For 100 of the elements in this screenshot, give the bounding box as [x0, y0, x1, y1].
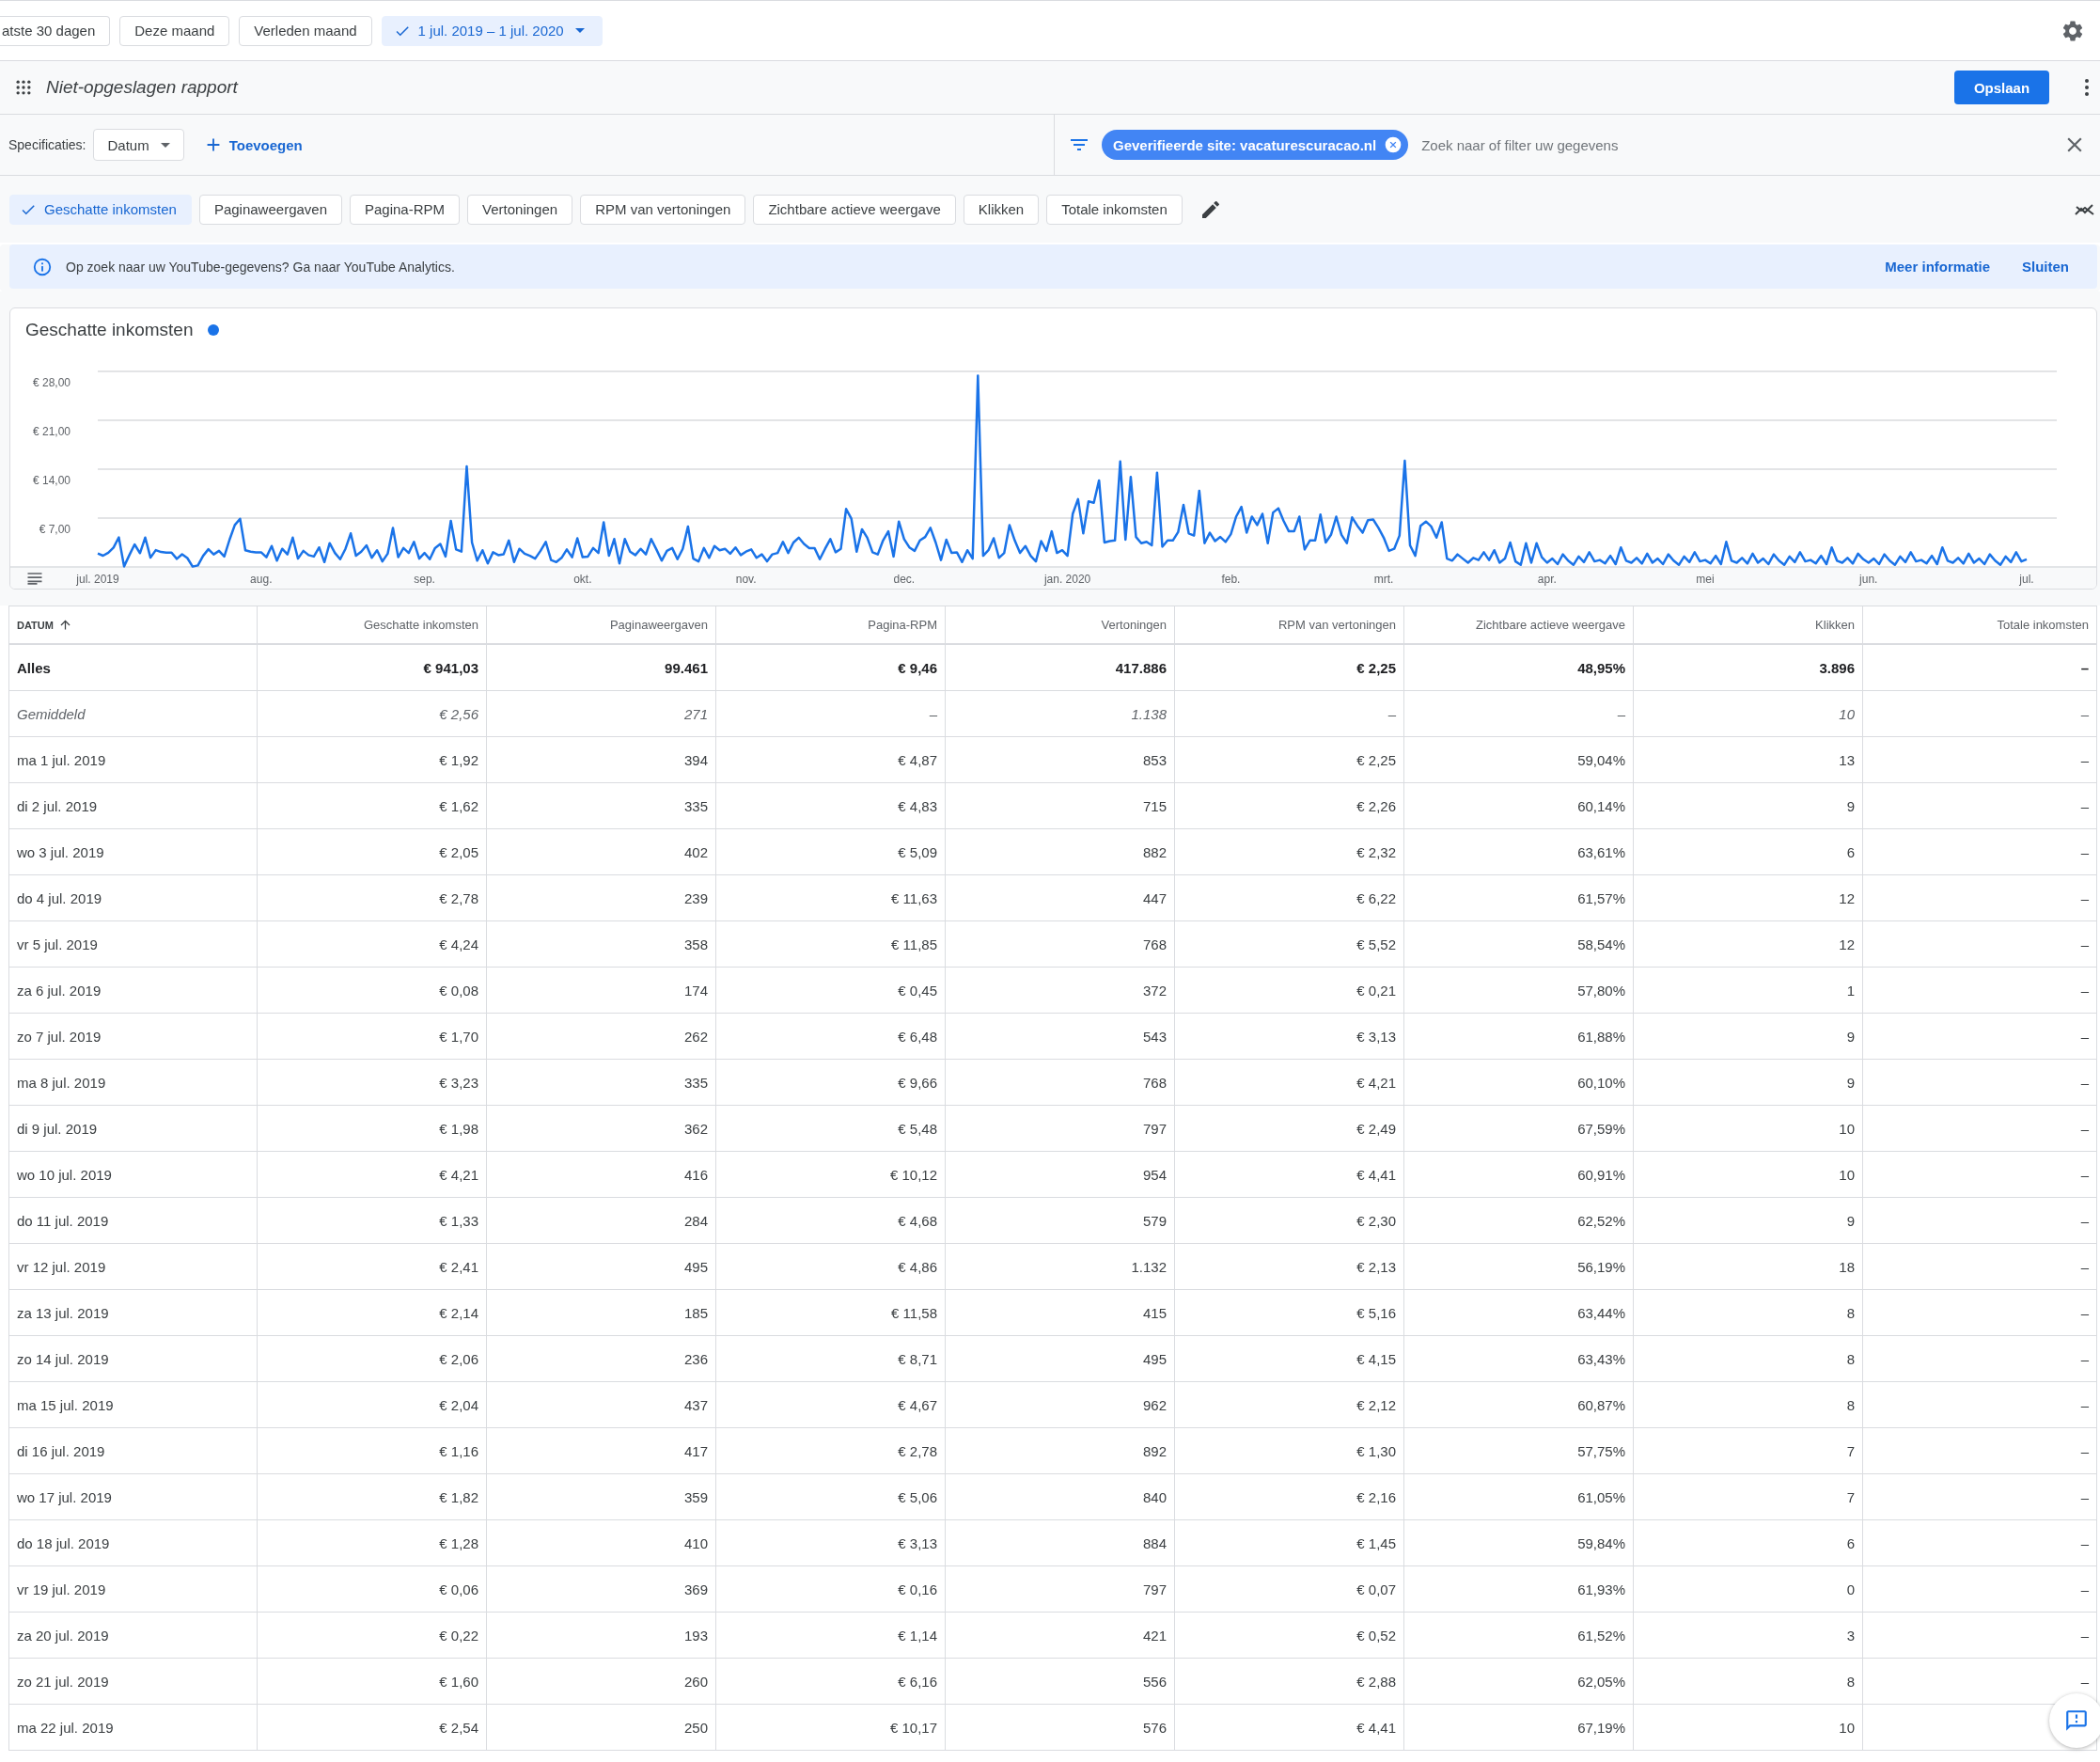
banner-link[interactable]: Meer informatie	[1885, 259, 1990, 275]
date-range-chip[interactable]: 1 jul. 2019 – 1 jul. 2020	[381, 15, 603, 46]
table-cell: 1.132	[946, 1244, 1175, 1290]
axis-label: jun.	[1859, 573, 1878, 586]
apps-icon[interactable]	[14, 78, 33, 97]
table-cell: € 2,78	[716, 1428, 946, 1474]
table-cell: € 2,54	[258, 1705, 487, 1751]
column-header[interactable]: Klikken	[1634, 606, 1863, 645]
column-header[interactable]: Paginaweergaven	[487, 606, 716, 645]
axis-label: aug.	[250, 573, 273, 586]
metric-chip[interactable]: Totale inkomsten	[1046, 194, 1183, 225]
filter-chip[interactable]: Geverifieerde site: vacaturescuracao.nl	[1102, 130, 1409, 160]
table-cell: € 2,25	[1175, 645, 1404, 691]
table-cell: 18	[1634, 1244, 1863, 1290]
table-cell: –	[1863, 1060, 2097, 1106]
caret-icon	[574, 28, 585, 33]
table-cell: do 4 jul. 2019	[9, 875, 258, 921]
metric-chip[interactable]: Klikken	[963, 194, 1040, 225]
table-cell: Gemiddeld	[9, 691, 258, 737]
table-cell: di 9 jul. 2019	[9, 1106, 258, 1152]
table-cell: 12	[1634, 921, 1863, 968]
metric-chip[interactable]: Paginaweergaven	[198, 194, 342, 225]
column-header[interactable]: RPM van vertoningen	[1175, 606, 1404, 645]
table-cell: € 2,56	[258, 691, 487, 737]
dimension-dropdown[interactable]: Datum	[93, 129, 184, 161]
metric-chip[interactable]: RPM van vertoningen	[580, 194, 746, 225]
column-header[interactable]: Pagina-RPM	[716, 606, 946, 645]
metric-chip[interactable]: Vertoningen	[467, 194, 573, 225]
axis-label: jul.	[2019, 573, 2034, 586]
table-cell: 882	[946, 829, 1175, 875]
table-cell: € 1,82	[258, 1474, 487, 1520]
table-cell: 8	[1634, 1382, 1863, 1428]
date-range-chip[interactable]: Deze maand	[119, 15, 230, 46]
caret-icon	[160, 142, 170, 148]
metric-chip[interactable]: Geschatte inkomsten	[9, 194, 192, 225]
table-cell: 416	[487, 1152, 716, 1198]
banner-text: Op zoek naar uw YouTube-gegevens? Ga naar YouTube Analytics.	[66, 259, 456, 275]
table-cell: 556	[946, 1659, 1175, 1705]
table-cell: 61,05%	[1404, 1474, 1634, 1520]
column-header[interactable]: Totale inkomsten	[1863, 606, 2097, 645]
table-cell: 67,59%	[1404, 1106, 1634, 1152]
table-cell: do 18 jul. 2019	[9, 1520, 258, 1566]
table-cell: € 10,12	[716, 1152, 946, 1198]
metric-chip[interactable]: Zichtbare actieve weergave	[753, 194, 956, 225]
table-cell: 1.138	[946, 691, 1175, 737]
table-cell: 239	[487, 875, 716, 921]
table-cell: € 2,26	[1175, 783, 1404, 829]
date-range-chip[interactable]: Verleden maand	[239, 15, 372, 46]
table-cell: 447	[946, 875, 1175, 921]
table-cell: zo 14 jul. 2019	[9, 1336, 258, 1382]
axis-label: € 21,00	[32, 425, 71, 438]
table-cell: 358	[487, 921, 716, 968]
table-cell: za 6 jul. 2019	[9, 968, 258, 1014]
axis-label: € 7,00	[39, 523, 71, 536]
table-cell: € 0,16	[716, 1566, 946, 1613]
column-header[interactable]: Geschatte inkomsten	[258, 606, 487, 645]
table-cell: € 2,25	[1175, 737, 1404, 783]
save-button[interactable]: Opslaan	[1954, 71, 2049, 104]
banner-link[interactable]: Sluiten	[2022, 259, 2069, 275]
table-cell: € 2,13	[1175, 1244, 1404, 1290]
table-cell: € 11,85	[716, 921, 946, 968]
search-field[interactable]: Zoek naar of filter uw gegevens	[1419, 129, 2051, 161]
table-cell: 12	[1634, 875, 1863, 921]
table-cell: € 8,71	[716, 1336, 946, 1382]
table-cell: 62,05%	[1404, 1659, 1634, 1705]
table-cell: € 4,41	[1175, 1152, 1404, 1198]
feedback-button[interactable]	[2049, 1693, 2100, 1748]
table-cell: –	[1863, 1336, 2097, 1382]
table-cell: Alles	[9, 645, 258, 691]
table-cell: 57,80%	[1404, 968, 1634, 1014]
table-cell: € 2,06	[258, 1336, 487, 1382]
table-cell: 7	[1634, 1428, 1863, 1474]
table-cell: zo 7 jul. 2019	[9, 1014, 258, 1060]
table-cell: 6	[1634, 1520, 1863, 1566]
table-cell: 193	[487, 1613, 716, 1659]
table-cell: –	[1863, 1106, 2097, 1152]
column-header[interactable]: DATUM	[9, 606, 258, 645]
date-range-chip[interactable]: atste 30 dagen	[0, 15, 111, 46]
remove-icon[interactable]	[1384, 135, 1403, 154]
metric-chip[interactable]: Pagina-RPM	[350, 194, 461, 225]
table-cell: 421	[946, 1613, 1175, 1659]
table-cell: 10	[1634, 1106, 1863, 1152]
table-cell: € 4,86	[716, 1244, 946, 1290]
table-cell: € 4,83	[716, 783, 946, 829]
add-button[interactable]: Toevoegen	[202, 134, 303, 155]
table-cell: € 2,49	[1175, 1106, 1404, 1152]
table-cell: 797	[946, 1106, 1175, 1152]
column-header[interactable]: Zichtbare actieve weergave	[1404, 606, 1634, 645]
chart-title: Geschatte inkomsten	[25, 319, 194, 340]
table-cell: vr 5 jul. 2019	[9, 921, 258, 968]
table-cell: € 4,15	[1175, 1336, 1404, 1382]
axis-label: nov.	[735, 573, 757, 586]
table-cell: € 6,16	[716, 1659, 946, 1705]
legend-menu-icon[interactable]	[27, 573, 42, 585]
column-header[interactable]: Vertoningen	[946, 606, 1175, 645]
table-cell: 57,75%	[1404, 1428, 1634, 1474]
table-cell: € 1,28	[258, 1520, 487, 1566]
table-cell: 335	[487, 783, 716, 829]
axis-label: jan. 2020	[1043, 573, 1091, 586]
table-cell: € 2,78	[258, 875, 487, 921]
